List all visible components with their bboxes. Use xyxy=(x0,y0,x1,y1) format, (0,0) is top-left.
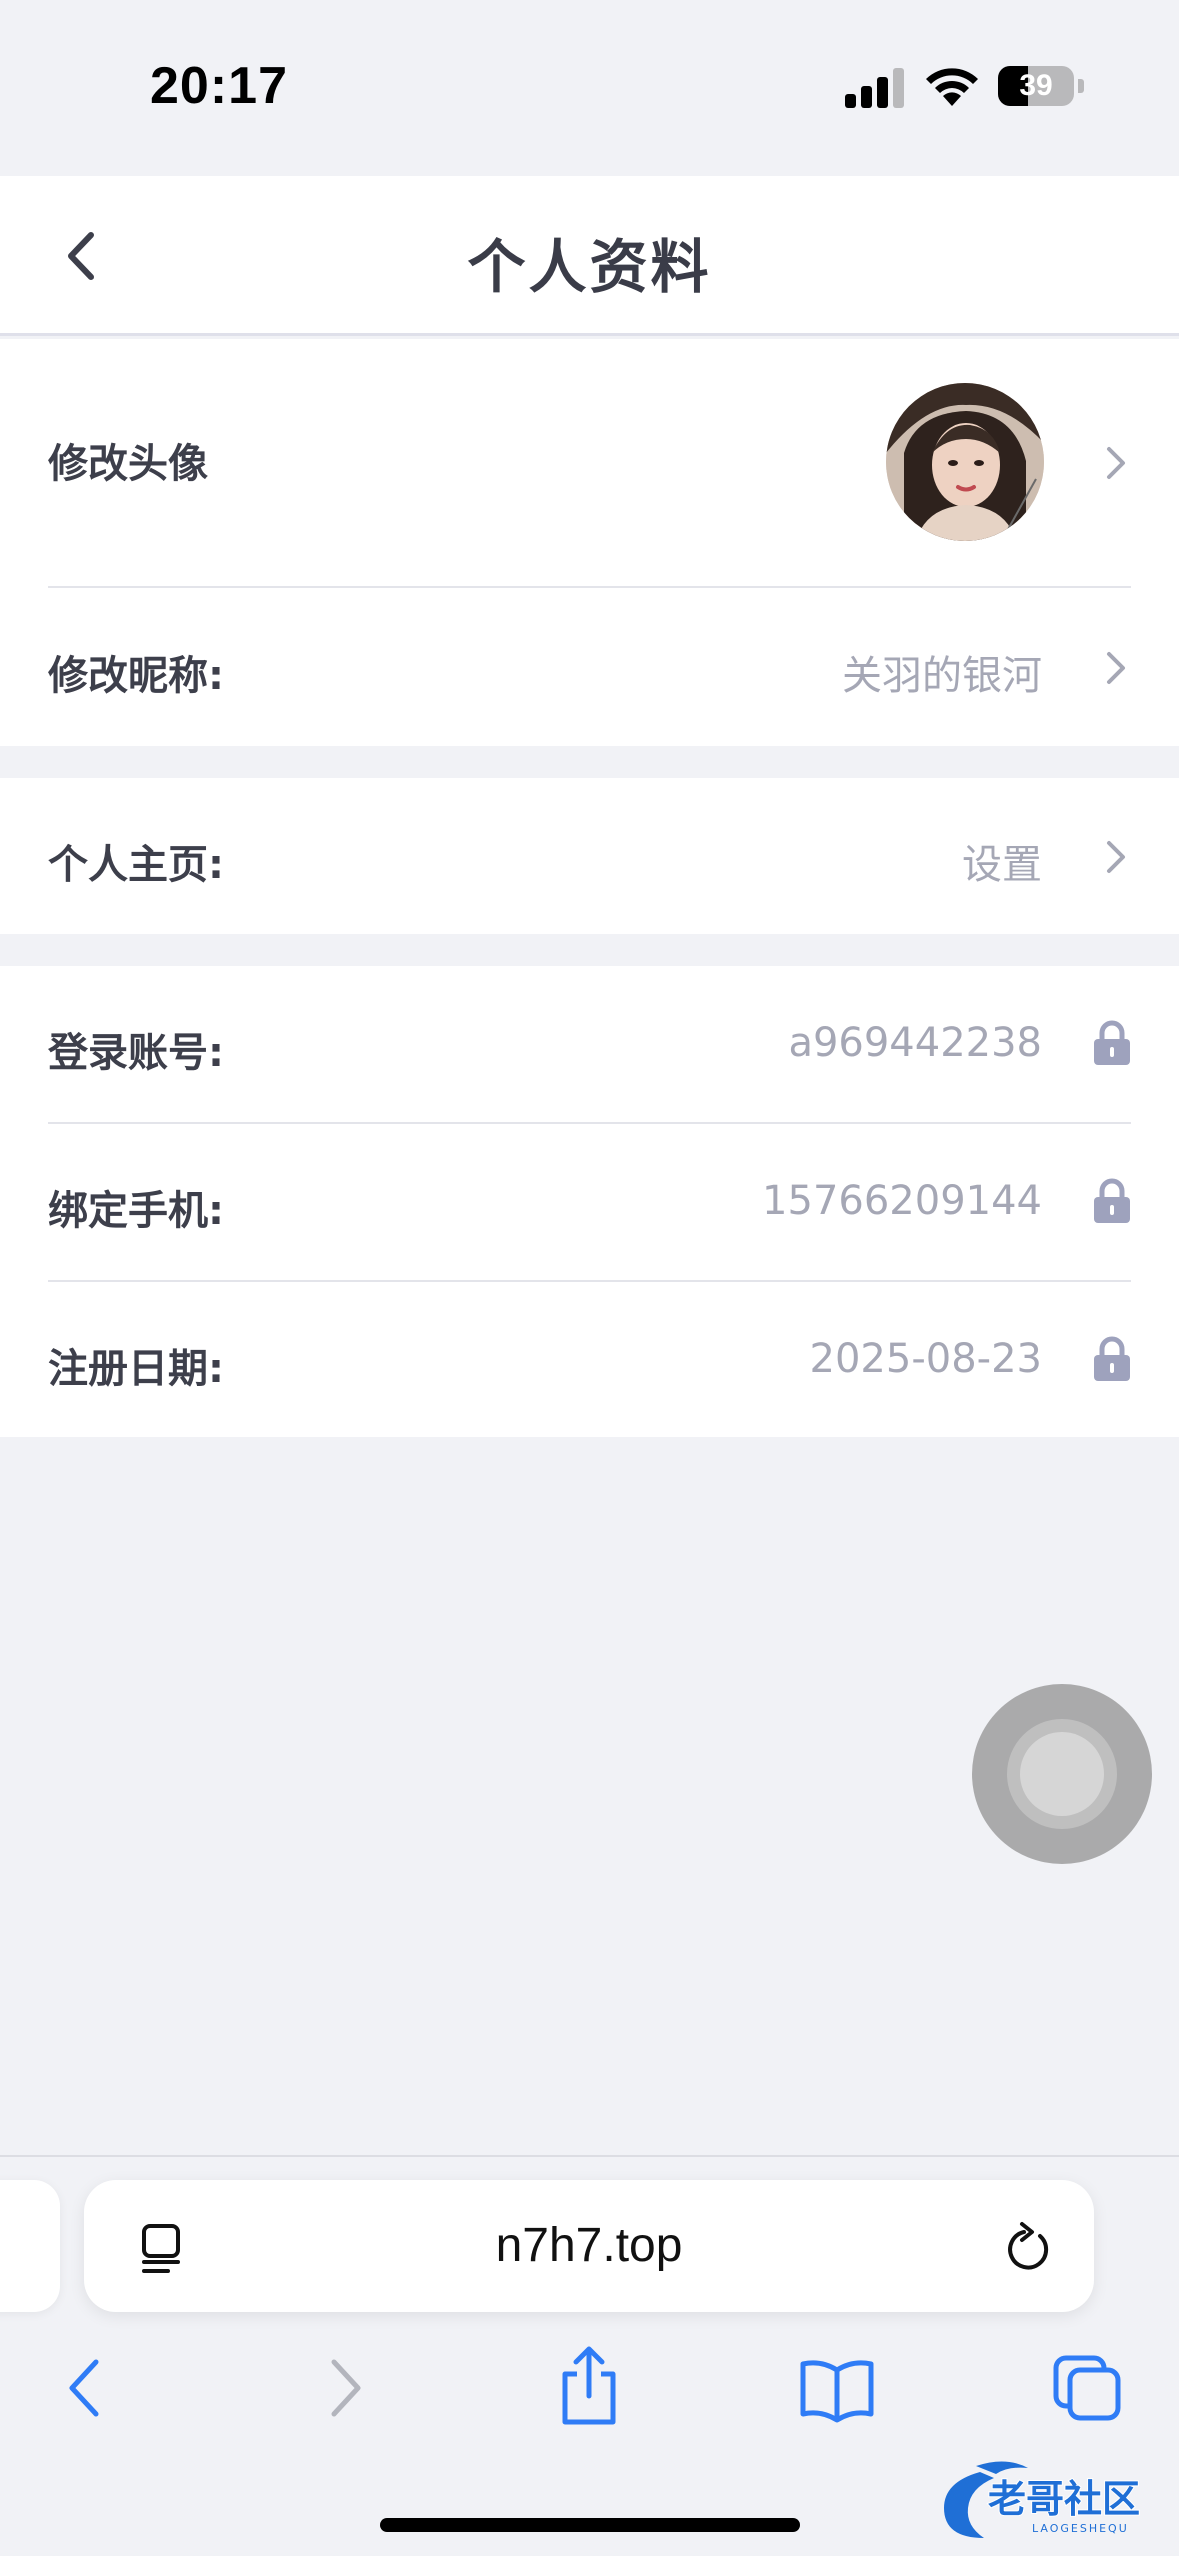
chevron-right-icon xyxy=(1107,841,1125,873)
tabs-icon[interactable] xyxy=(1050,2352,1126,2424)
page-title: 个人资料 xyxy=(467,233,712,301)
page-header: 个人资料 xyxy=(0,176,1179,336)
homepage-card: 个人主页: 设置 xyxy=(0,778,1179,934)
svg-text:LAOGESHEQU: LAOGESHEQU xyxy=(1032,2522,1129,2535)
bound-phone-row: 绑定手机: 15766209144 xyxy=(0,1124,1179,1280)
avatar-label: 修改头像 xyxy=(48,441,208,487)
account-card: 登录账号: a969442238 绑定手机: 15766209144 注册日期:… xyxy=(0,966,1179,1437)
homepage-row[interactable]: 个人主页: 设置 xyxy=(0,778,1179,934)
homepage-value: 设置 xyxy=(962,842,1042,888)
homepage-label: 个人主页: xyxy=(48,842,224,888)
signal-icon xyxy=(845,66,905,108)
bound-phone-value: 15766209144 xyxy=(762,1178,1042,1224)
lock-icon xyxy=(1094,1020,1130,1065)
forward-icon[interactable] xyxy=(304,2352,380,2424)
status-bar: 20:17 39 xyxy=(0,0,1179,176)
battery-percent: 39 xyxy=(1019,69,1053,102)
assistive-touch-button[interactable] xyxy=(972,1684,1152,1864)
bound-phone-label: 绑定手机: xyxy=(48,1188,224,1234)
back-icon[interactable] xyxy=(50,2352,126,2424)
share-icon[interactable] xyxy=(551,2344,627,2428)
register-date-row: 注册日期: 2025-08-23 xyxy=(0,1282,1179,1437)
status-time: 20:17 xyxy=(150,57,288,115)
avatar-row[interactable]: 修改头像 xyxy=(0,339,1179,586)
watermark-logo: 老哥社区 LAOGESHEQU xyxy=(944,2461,1141,2538)
nickname-label: 修改昵称: xyxy=(48,653,224,699)
lock-icon xyxy=(1094,1178,1130,1223)
nickname-row[interactable]: 修改昵称: 关羽的银河 xyxy=(0,588,1179,746)
lock-icon xyxy=(1094,1336,1130,1381)
chevron-right-icon xyxy=(1107,447,1125,479)
register-date-label: 注册日期: xyxy=(48,1346,224,1392)
wifi-icon xyxy=(926,68,978,106)
chevron-right-icon xyxy=(1107,652,1125,684)
svg-text:老哥社区: 老哥社区 xyxy=(988,2477,1140,2521)
reload-icon[interactable] xyxy=(1000,2218,1056,2278)
login-account-label: 登录账号: xyxy=(48,1030,224,1076)
battery-tip xyxy=(1078,79,1084,93)
bookmarks-icon[interactable] xyxy=(799,2352,875,2424)
assistive-touch-core xyxy=(1020,1732,1104,1816)
home-indicator xyxy=(380,2518,800,2532)
register-date-value: 2025-08-23 xyxy=(809,1336,1042,1382)
address-bar[interactable]: n7h7.top xyxy=(84,2180,1094,2312)
nickname-value: 关羽的银河 xyxy=(842,653,1042,699)
profile-card: 修改头像 修改昵称: 关羽的银河 xyxy=(0,339,1179,746)
login-account-row: 登录账号: a969442238 xyxy=(0,966,1179,1122)
login-account-value: a969442238 xyxy=(788,1020,1042,1066)
url-text: n7h7.top xyxy=(495,2219,683,2272)
avatar[interactable] xyxy=(886,383,1044,541)
battery-icon: 39 xyxy=(998,66,1074,106)
previous-tab-preview[interactable] xyxy=(0,2180,60,2312)
